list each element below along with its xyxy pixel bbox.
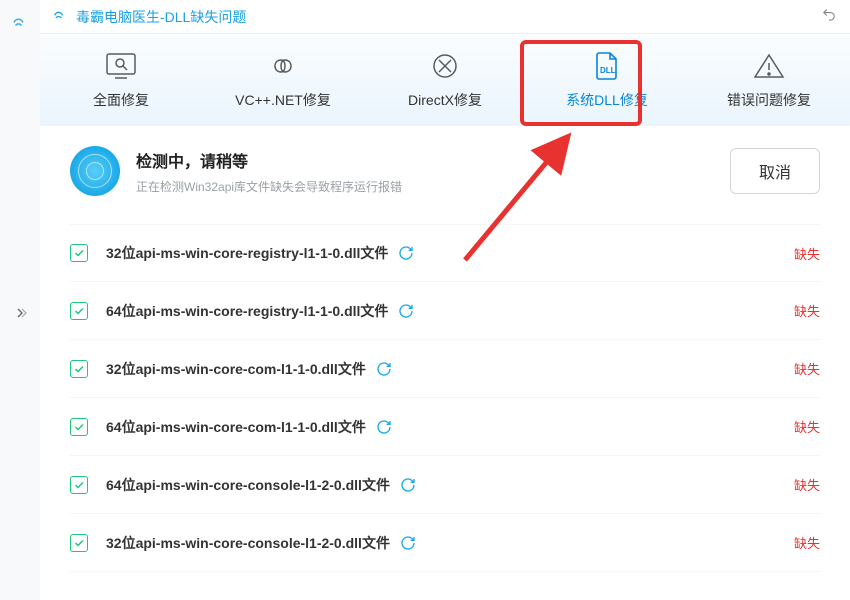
- svg-text:DLL: DLL: [600, 66, 616, 75]
- dll-file-name: 64位api-ms-win-core-registry-l1-1-0.dll文件: [106, 301, 388, 321]
- refresh-icon[interactable]: [398, 245, 414, 261]
- status-title: 检测中，请稍等: [136, 148, 402, 172]
- list-item: 64位api-ms-win-core-console-l1-2-0.dll文件 缺…: [70, 456, 820, 514]
- tab-label: VC++.NET修复: [235, 90, 331, 110]
- dll-file-name: 32位api-ms-win-core-registry-l1-1-0.dll文件: [106, 243, 388, 263]
- status-badge: 缺失: [794, 417, 820, 436]
- dll-file-name: 32位api-ms-win-core-console-l1-2-0.dll文件: [106, 533, 390, 553]
- refresh-icon[interactable]: [400, 535, 416, 551]
- checkbox-checked-icon[interactable]: [70, 302, 88, 320]
- radar-scan-icon: [70, 146, 120, 196]
- status-text: 检测中，请稍等 正在检测Win32api库文件缺失会导致程序运行报错: [136, 148, 402, 195]
- refresh-icon[interactable]: [376, 361, 392, 377]
- dll-file-name: 32位api-ms-win-core-com-l1-1-0.dll文件: [106, 359, 366, 379]
- tabs: 全面修复 VC++.NET修复 DirectX修复 DLL 系统DLL修复 错误…: [40, 34, 850, 126]
- dll-list: 32位api-ms-win-core-registry-l1-1-0.dll文件…: [40, 208, 850, 600]
- warning-triangle-icon: [751, 50, 787, 82]
- tab-label: 系统DLL修复: [566, 90, 648, 110]
- checkbox-checked-icon[interactable]: [70, 418, 88, 436]
- list-item: 32位api-ms-win-core-registry-l1-1-0.dll文件…: [70, 224, 820, 282]
- status-badge: 缺失: [794, 475, 820, 494]
- directx-icon: [427, 50, 463, 82]
- list-item: 32位api-ms-win-core-console-l1-2-0.dll文件 缺…: [70, 514, 820, 572]
- status-badge: 缺失: [794, 359, 820, 378]
- undo-icon[interactable]: [820, 5, 838, 28]
- left-rail: [0, 0, 40, 600]
- infinity-icon: [265, 50, 301, 82]
- status-subtitle: 正在检测Win32api库文件缺失会导致程序运行报错: [136, 178, 402, 195]
- main-panel: 毒霸电脑医生-DLL缺失问题 全面修复 VC++.NET修复 DirectX修复: [40, 0, 850, 600]
- refresh-icon[interactable]: [398, 303, 414, 319]
- checkbox-checked-icon[interactable]: [70, 360, 88, 378]
- app-title: 毒霸电脑医生-DLL缺失问题: [76, 7, 246, 27]
- tab-system-dll[interactable]: DLL 系统DLL修复: [526, 34, 688, 126]
- tab-vcnet[interactable]: VC++.NET修复: [202, 34, 364, 126]
- monitor-search-icon: [103, 50, 139, 82]
- checkbox-checked-icon[interactable]: [70, 476, 88, 494]
- list-item: 64位api-ms-win-core-com-l1-1-0.dll文件 缺失: [70, 398, 820, 456]
- rail-logo-icon: [11, 12, 29, 35]
- list-item: 64位api-ms-win-core-registry-l1-1-0.dll文件…: [70, 282, 820, 340]
- dll-file-name: 64位api-ms-win-core-com-l1-1-0.dll文件: [106, 417, 366, 437]
- tab-full-repair[interactable]: 全面修复: [40, 34, 202, 126]
- status-badge: 缺失: [794, 533, 820, 552]
- rail-expand-icon[interactable]: [12, 305, 28, 326]
- status-row: 检测中，请稍等 正在检测Win32api库文件缺失会导致程序运行报错 取消: [40, 126, 850, 208]
- refresh-icon[interactable]: [400, 477, 416, 493]
- checkbox-checked-icon[interactable]: [70, 534, 88, 552]
- titlebar: 毒霸电脑医生-DLL缺失问题: [40, 0, 850, 34]
- status-badge: 缺失: [794, 244, 820, 263]
- tab-error-qa[interactable]: 错误问题修复: [688, 34, 850, 126]
- checkbox-checked-icon[interactable]: [70, 244, 88, 262]
- cancel-button[interactable]: 取消: [730, 148, 820, 194]
- tab-label: 错误问题修复: [727, 90, 811, 110]
- app-logo-icon: [52, 6, 68, 27]
- list-item: 32位api-ms-win-core-com-l1-1-0.dll文件 缺失: [70, 340, 820, 398]
- tab-label: DirectX修复: [408, 90, 482, 110]
- status-badge: 缺失: [794, 301, 820, 320]
- dll-file-icon: DLL: [589, 50, 625, 82]
- tab-directx[interactable]: DirectX修复: [364, 34, 526, 126]
- dll-file-name: 64位api-ms-win-core-console-l1-2-0.dll文件: [106, 475, 390, 495]
- tab-label: 全面修复: [93, 90, 149, 110]
- refresh-icon[interactable]: [376, 419, 392, 435]
